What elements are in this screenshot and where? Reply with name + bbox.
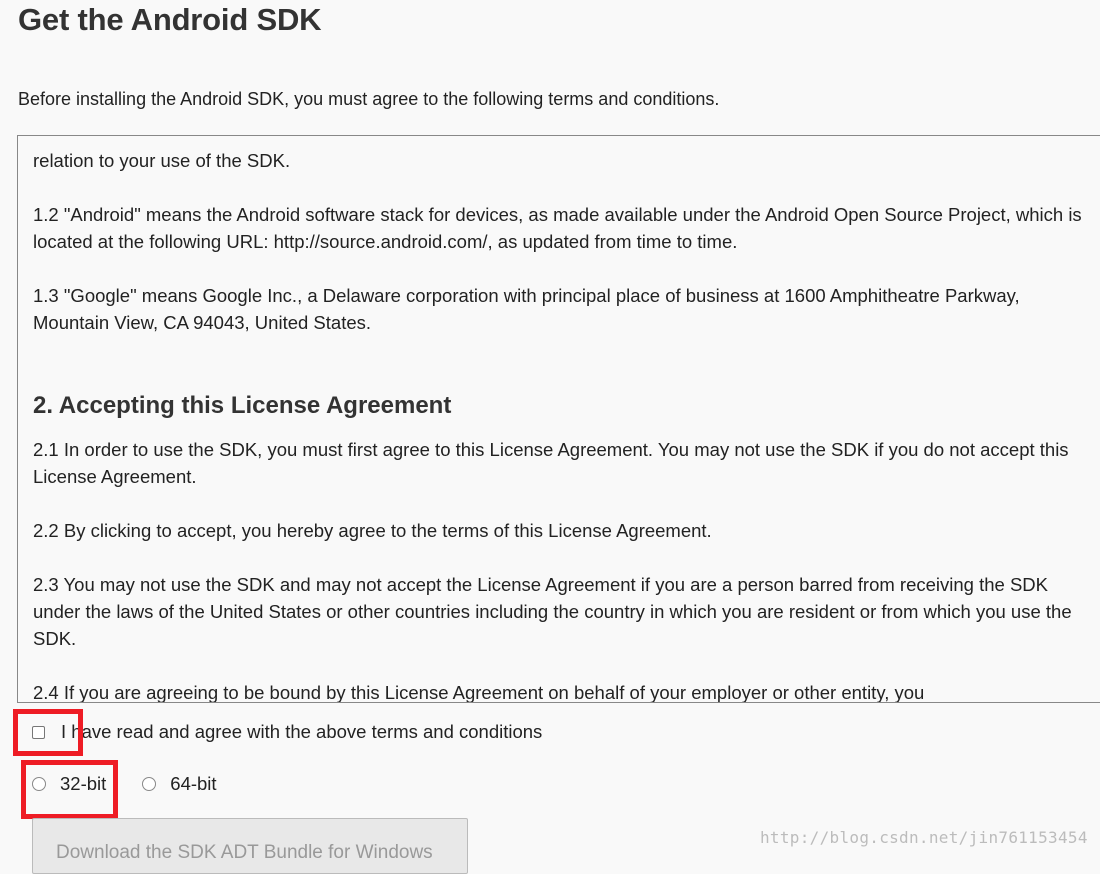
terms-paragraph-2-2: 2.2 By clicking to accept, you hereby ag… [33, 520, 712, 541]
watermark-text: http://blog.csdn.net/jin761153454 [760, 828, 1088, 847]
radio-64-bit-label[interactable]: 64-bit [170, 773, 216, 795]
terms-scroll-box[interactable]: relation to your use of the SDK. 1.2 "An… [17, 135, 1100, 703]
section-heading-2: 2. Accepting this License Agreement [33, 392, 452, 419]
terms-cut-line-top [33, 136, 1098, 147]
terms-content: relation to your use of the SDK. 1.2 "An… [33, 136, 1098, 702]
terms-paragraph-2-1: 2.1 In order to use the SDK, you must fi… [33, 439, 1069, 487]
agree-row[interactable]: I have read and agree with the above ter… [32, 721, 542, 743]
terms-content-viewport: relation to your use of the SDK. 1.2 "An… [33, 136, 1098, 702]
terms-paragraph-1-2: 1.2 "Android" means the Android software… [33, 204, 1082, 252]
terms-paragraph-2-4: 2.4 If you are agreeing to be bound by t… [33, 682, 925, 702]
terms-paragraph: relation to your use of the SDK. [33, 150, 291, 171]
red-highlight-radio [21, 760, 118, 819]
download-sdk-button[interactable]: Download the SDK ADT Bundle for Windows [32, 818, 468, 874]
red-highlight-checkbox [13, 709, 83, 756]
terms-paragraph-2-3: 2.3 You may not use the SDK and may not … [33, 574, 1072, 649]
agree-checkbox-label[interactable]: I have read and agree with the above ter… [61, 721, 542, 743]
terms-paragraph-1-3: 1.3 "Google" means Google Inc., a Delawa… [33, 285, 1020, 333]
radio-64-bit[interactable] [142, 777, 157, 791]
page-title: Get the Android SDK [18, 2, 322, 37]
intro-text: Before installing the Android SDK, you m… [18, 89, 720, 109]
